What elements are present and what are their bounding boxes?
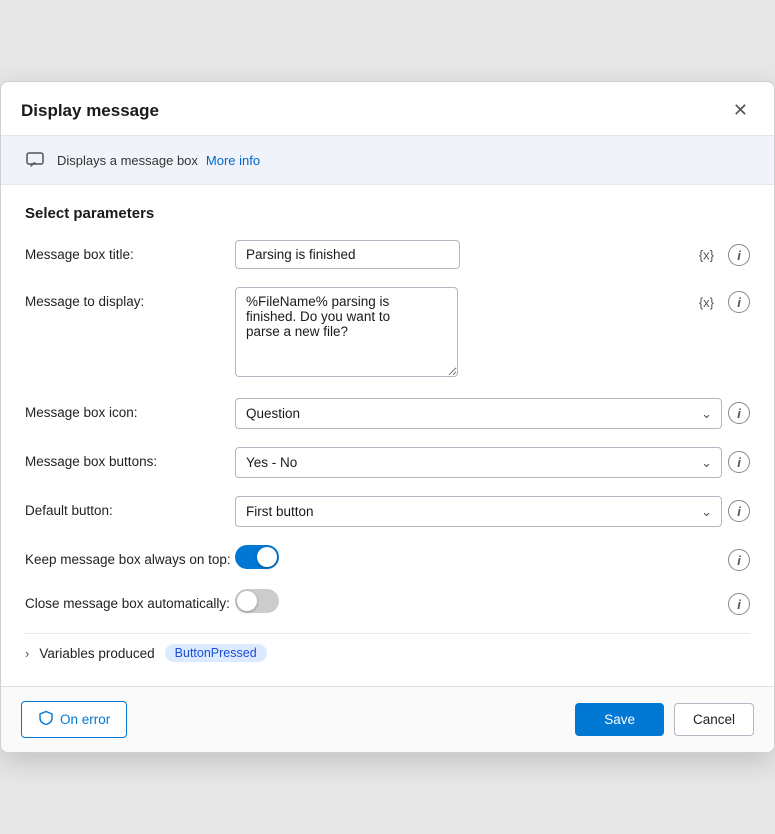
- close-automatically-info-icon[interactable]: i: [728, 593, 750, 615]
- message-box-title-input-wrap: {x}: [235, 240, 722, 269]
- message-box-title-input[interactable]: [235, 240, 460, 269]
- close-automatically-toggle-wrap: [235, 589, 279, 613]
- message-to-display-control: %FileName% parsing is finished. Do you w…: [235, 287, 750, 380]
- message-box-icon-info-icon[interactable]: i: [728, 402, 750, 424]
- close-icon: ✕: [733, 100, 748, 121]
- message-box-icon-label: Message box icon:: [25, 398, 235, 420]
- on-error-label: On error: [60, 712, 110, 727]
- default-button-select-wrap: First button Second button Third button …: [235, 496, 722, 527]
- title-var-tag: {x}: [699, 247, 714, 262]
- close-automatically-track: [235, 589, 279, 613]
- message-box-title-info-icon[interactable]: i: [728, 244, 750, 266]
- message-box-buttons-select[interactable]: Yes - No OK OK - Cancel Abort - Retry - …: [235, 447, 722, 478]
- default-button-row: Default button: First button Second butt…: [25, 496, 750, 527]
- message-box-buttons-label: Message box buttons:: [25, 447, 235, 469]
- footer-right: Save Cancel: [575, 703, 754, 736]
- shield-icon: [38, 710, 54, 729]
- close-automatically-toggle[interactable]: [235, 589, 279, 613]
- close-automatically-thumb: [237, 591, 257, 611]
- close-automatically-label: Close message box automatically:: [25, 589, 235, 611]
- variables-badge: ButtonPressed: [165, 644, 267, 662]
- keep-on-top-toggle-wrap: [235, 545, 279, 569]
- default-button-info-icon[interactable]: i: [728, 500, 750, 522]
- keep-on-top-control: i: [235, 545, 750, 571]
- message-to-display-label: Message to display:: [25, 287, 235, 309]
- save-button[interactable]: Save: [575, 703, 664, 736]
- dialog-footer: On error Save Cancel: [1, 686, 774, 752]
- message-to-display-info-icon[interactable]: i: [728, 291, 750, 313]
- message-box-buttons-select-wrap: Yes - No OK OK - Cancel Abort - Retry - …: [235, 447, 722, 478]
- message-to-display-textarea[interactable]: %FileName% parsing is finished. Do you w…: [235, 287, 458, 377]
- section-title: Select parameters: [25, 205, 750, 222]
- message-box-buttons-row: Message box buttons: Yes - No OK OK - Ca…: [25, 447, 750, 478]
- keep-on-top-info-icon[interactable]: i: [728, 549, 750, 571]
- message-to-display-textarea-wrap: %FileName% parsing is finished. Do you w…: [235, 287, 722, 380]
- keep-on-top-track: [235, 545, 279, 569]
- dialog-body: Select parameters Message box title: {x}…: [1, 185, 774, 686]
- message-box-title-control: {x} i: [235, 240, 750, 269]
- default-button-label: Default button:: [25, 496, 235, 518]
- close-automatically-control: i: [235, 589, 750, 615]
- info-bar: Displays a message box More info: [1, 136, 774, 185]
- default-button-select[interactable]: First button Second button Third button: [235, 496, 722, 527]
- display-message-dialog: Display message ✕ Displays a message box…: [0, 81, 775, 753]
- keep-on-top-thumb: [257, 547, 277, 567]
- keep-on-top-toggle[interactable]: [235, 545, 279, 569]
- variables-produced-row: › Variables produced ButtonPressed: [25, 633, 750, 670]
- default-button-control: First button Second button Third button …: [235, 496, 750, 527]
- message-to-display-row: Message to display: %FileName% parsing i…: [25, 287, 750, 380]
- close-automatically-row: Close message box automatically: i: [25, 589, 750, 615]
- info-bar-text: Displays a message box: [57, 153, 198, 168]
- keep-on-top-row: Keep message box always on top: i: [25, 545, 750, 571]
- close-button[interactable]: ✕: [727, 98, 754, 123]
- variables-produced-label[interactable]: Variables produced: [39, 646, 154, 661]
- keep-on-top-label: Keep message box always on top:: [25, 545, 235, 567]
- message-box-title-label: Message box title:: [25, 240, 235, 262]
- more-info-link[interactable]: More info: [206, 153, 260, 168]
- message-box-icon-select[interactable]: Question None Information Warning Error: [235, 398, 722, 429]
- message-box-icon-select-wrap: Question None Information Warning Error …: [235, 398, 722, 429]
- cancel-button[interactable]: Cancel: [674, 703, 754, 736]
- message-box-icon-control: Question None Information Warning Error …: [235, 398, 750, 429]
- on-error-button[interactable]: On error: [21, 701, 127, 738]
- comment-icon: [21, 146, 49, 174]
- display-var-tag: {x}: [699, 295, 714, 310]
- message-box-icon-row: Message box icon: Question None Informat…: [25, 398, 750, 429]
- message-box-buttons-control: Yes - No OK OK - Cancel Abort - Retry - …: [235, 447, 750, 478]
- message-box-title-row: Message box title: {x} i: [25, 240, 750, 269]
- dialog-header: Display message ✕: [1, 82, 774, 136]
- dialog-title: Display message: [21, 101, 159, 121]
- variables-chevron-icon[interactable]: ›: [25, 646, 29, 661]
- message-box-buttons-info-icon[interactable]: i: [728, 451, 750, 473]
